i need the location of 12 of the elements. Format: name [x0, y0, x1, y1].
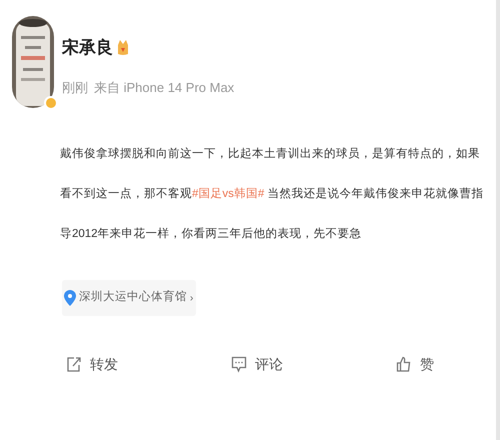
like-button[interactable]: 赞	[396, 354, 434, 375]
post-source: 来自 iPhone 14 Pro Max	[94, 79, 234, 97]
repost-button[interactable]: 转发	[66, 354, 118, 375]
comment-button[interactable]: 评论	[231, 354, 283, 375]
location-pin-icon	[64, 290, 76, 306]
user-name[interactable]: 宋承良	[62, 38, 113, 56]
share-box-icon	[66, 356, 82, 373]
post-time: 刚刚	[62, 79, 88, 97]
speech-bubble-icon	[231, 356, 247, 373]
post-text: 戴伟俊拿球摆脱和向前这一下，比起本土青训出来的球员，是算有特点的，如果看不到这一点，那不客观#国足vs韩国# 当然我还是说今年戴伟俊来申花就像曹指导2012年来申花一样，你看两三年后他的表现，先不要急	[60, 146, 484, 242]
location-chip[interactable]: 深圳大运中心体育馆 ›	[62, 280, 196, 316]
thumbs-up-icon	[396, 356, 412, 373]
